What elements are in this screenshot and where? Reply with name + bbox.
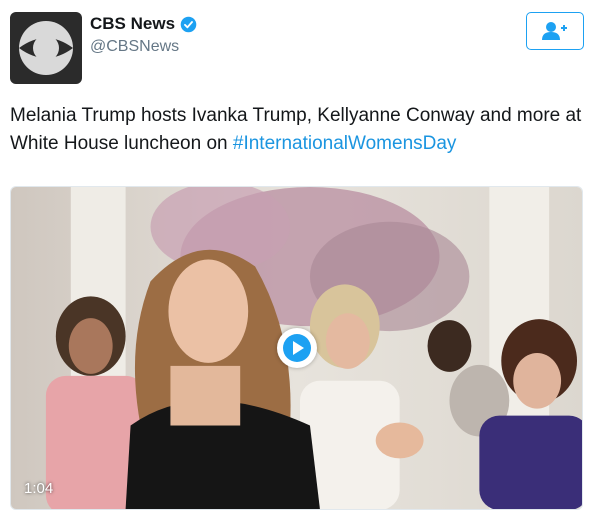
play-icon — [283, 334, 311, 362]
play-button[interactable] — [277, 328, 317, 368]
display-name[interactable]: CBS News — [90, 14, 197, 34]
tweet-text: Melania Trump hosts Ivanka Trump, Kellya… — [10, 102, 585, 158]
follow-person-plus-icon — [542, 22, 567, 40]
display-name-text[interactable]: CBS News — [90, 14, 175, 34]
video-player[interactable]: 1:04 — [10, 186, 583, 510]
account-names: CBS News @CBSNews — [90, 14, 197, 56]
handle[interactable]: @CBSNews — [90, 38, 197, 56]
cbs-eye-logo-icon — [19, 21, 73, 75]
video-duration: 1:04 — [24, 480, 54, 497]
verified-badge-icon — [180, 16, 197, 32]
follow-button[interactable] — [526, 12, 584, 50]
tweet-header: CBS News @CBSNews — [10, 12, 584, 84]
avatar[interactable] — [10, 12, 82, 84]
hashtag-link[interactable]: #InternationalWomensDay — [233, 133, 457, 154]
